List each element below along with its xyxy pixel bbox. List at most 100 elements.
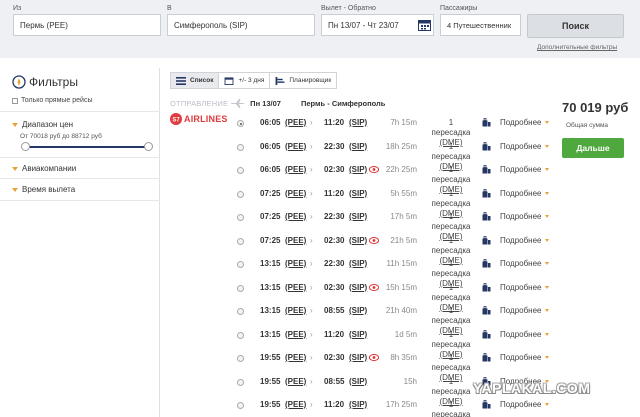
airlines-section[interactable]: Авиакомпании [12,164,76,173]
compass-icon [12,75,26,89]
flight-row[interactable]: 07:25 (PEE) › 11:20 (SIP) 5h 55m 1 пересадка (D… [230,186,549,218]
direction-date: Пн 13/07 [250,99,281,108]
flight-row[interactable]: 13:15 (PEE) › 22:30 (SIP) 11h 15m 1 пересадка(… [230,256,549,288]
departure-airport-code[interactable]: (PEE) [285,118,306,127]
details-link[interactable]: Подробнее [500,259,549,268]
from-input[interactable]: Пермь (PEE) [13,14,161,36]
arrival-airport-code[interactable]: (SIP) [349,283,367,292]
advanced-filters-link[interactable]: Дополнительные фильтры [537,44,617,51]
departure-airport-code[interactable]: (PEE) [285,189,306,198]
arrival-airport-code[interactable]: (SIP) [349,142,367,151]
departure-airport-code[interactable]: (PEE) [285,377,306,386]
baggage-icon[interactable] [482,353,491,362]
flight-row[interactable]: 13:15 (PEE) › 11:20 (SIP) 1d 5m 1 пересадка (DM… [230,327,549,359]
flight-row[interactable]: 19:55 (PEE) › 11:20 (SIP) 17h 25m 1 пересадка(… [230,397,549,417]
price-range-text: От 70018 руб до 88712 руб [20,133,102,140]
search-button[interactable]: Поиск [527,14,624,38]
baggage-icon[interactable] [482,329,491,339]
arrival-airport-code[interactable]: (SIP) [349,377,367,386]
baggage-icon[interactable] [482,188,491,198]
arrival-airport-code[interactable]: (SIP) [349,236,367,245]
details-link[interactable]: Подробнее [500,306,549,315]
arrival-airport-code[interactable]: (SIP) [349,259,367,268]
direct-only-checkbox[interactable] [12,97,18,104]
continue-button[interactable]: Дальше [562,138,624,158]
calendar-icon[interactable] [418,19,431,31]
to-input[interactable]: Симферополь (SIP) [167,14,315,36]
details-link[interactable]: Подробнее [500,353,549,362]
tab-list[interactable]: Список [170,72,220,89]
caret-down-icon [544,215,549,218]
departure-airport-code[interactable]: (PEE) [285,353,306,362]
flight-select-radio[interactable] [237,261,244,268]
flight-select-radio[interactable] [237,167,244,174]
flight-row[interactable]: 13:15 (PEE) › 08:55 (SIP) 21h 40m 1 пересадка(… [230,303,549,335]
flight-select-radio[interactable] [237,355,244,362]
flight-select-radio[interactable] [237,237,244,245]
baggage-icon[interactable] [482,259,491,268]
arrival-airport-code[interactable]: (SIP) [349,165,367,174]
flight-row[interactable]: 07:25 (PEE) › 22:30 (SIP) 17h 5m 1 пересадка (D… [230,209,549,241]
arrival-airport-code[interactable]: (SIP) [349,212,367,221]
flight-select-radio[interactable] [237,190,244,198]
details-link[interactable]: Подробнее [500,142,549,151]
departure-airport-code[interactable]: (PEE) [285,306,306,315]
arrival-airport-code[interactable]: (SIP) [349,353,367,362]
baggage-icon[interactable] [482,141,491,151]
details-label: Подробнее [500,165,542,174]
arrival-airport-code[interactable]: (SIP) [349,400,367,409]
flight-select-radio[interactable] [237,402,244,409]
flight-row[interactable]: 06:05 (PEE) › 02:30 (SIP) 22h 25m 1 пересадка(… [230,162,549,194]
price-slider-min-handle[interactable] [21,142,30,151]
price-slider-track[interactable] [26,146,148,148]
details-link[interactable]: Подробнее [500,189,549,198]
baggage-icon[interactable] [482,282,491,292]
departure-airport-code[interactable]: (PEE) [285,259,306,268]
price-range-section[interactable]: Диапазон цен [12,120,73,129]
baggage-icon[interactable] [482,165,491,174]
baggage-icon[interactable] [482,212,491,221]
departure-airport-code[interactable]: (PEE) [285,330,306,339]
details-link[interactable]: Подробнее [500,236,549,245]
details-link[interactable]: Подробнее [500,165,549,174]
arrival-airport-code[interactable]: (SIP) [349,118,367,127]
baggage-icon[interactable] [482,235,491,245]
details-link[interactable]: Подробнее [500,283,549,292]
pax-input[interactable]: 4 Путешественник [440,14,521,36]
departure-airport-code[interactable]: (PEE) [285,142,306,151]
tab-plus-minus-3-days[interactable]: +/- 3 дня [218,72,271,89]
baggage-icon[interactable] [482,118,491,127]
flight-select-radio[interactable] [237,284,244,292]
flight-row[interactable]: 13:15 (PEE) › 02:30 (SIP) 15h 15m 1 пересадка (… [230,280,549,312]
details-link[interactable]: Подробнее [500,212,549,221]
flight-select-radio[interactable] [237,120,244,127]
departure-airport-code[interactable]: (PEE) [285,283,306,292]
from-field-group: Из Пермь (PEE) [13,4,161,36]
departure-airport-code[interactable]: (PEE) [285,165,306,174]
departure-airport-code[interactable]: (PEE) [285,212,306,221]
arrival-airport-code[interactable]: (SIP) [349,189,367,198]
direct-only-checkbox-row[interactable]: Только прямые рейсы [12,97,92,104]
flight-select-radio[interactable] [237,308,244,315]
flight-select-radio[interactable] [237,143,244,151]
arrival-airport-code[interactable]: (SIP) [349,330,367,339]
details-link[interactable]: Подробнее [500,400,549,409]
baggage-icon[interactable] [482,400,491,409]
flight-row[interactable]: 06:05 (PEE) › 22:30 (SIP) 18h 25m 1 пересадка (… [230,139,549,171]
departure-airport-code[interactable]: (PEE) [285,236,306,245]
baggage-icon[interactable] [482,306,491,315]
details-link[interactable]: Подробнее [500,330,549,339]
departure-airport-code[interactable]: (PEE) [285,400,306,409]
flight-row[interactable]: 06:05 (PEE) › 11:20 (SIP) 7h 15m 1 пересадка (D… [230,115,549,147]
flight-select-radio[interactable] [237,378,244,386]
arrival-time: 22:30 [324,212,345,221]
flight-row[interactable]: 07:25 (PEE) › 02:30 (SIP) 21h 5m 1 пересадка (D… [230,233,549,265]
arrival-airport-code[interactable]: (SIP) [349,306,367,315]
details-link[interactable]: Подробнее [500,118,549,127]
departure-time-section[interactable]: Время вылета [12,185,75,194]
flight-select-radio[interactable] [237,214,244,221]
flight-row[interactable]: 19:55 (PEE) › 02:30 (SIP) 8h 35m 1 пересадка (D… [230,350,549,382]
price-slider-max-handle[interactable] [144,142,153,151]
flight-select-radio[interactable] [237,331,244,339]
tab-planner[interactable]: Планировщик [269,72,338,89]
